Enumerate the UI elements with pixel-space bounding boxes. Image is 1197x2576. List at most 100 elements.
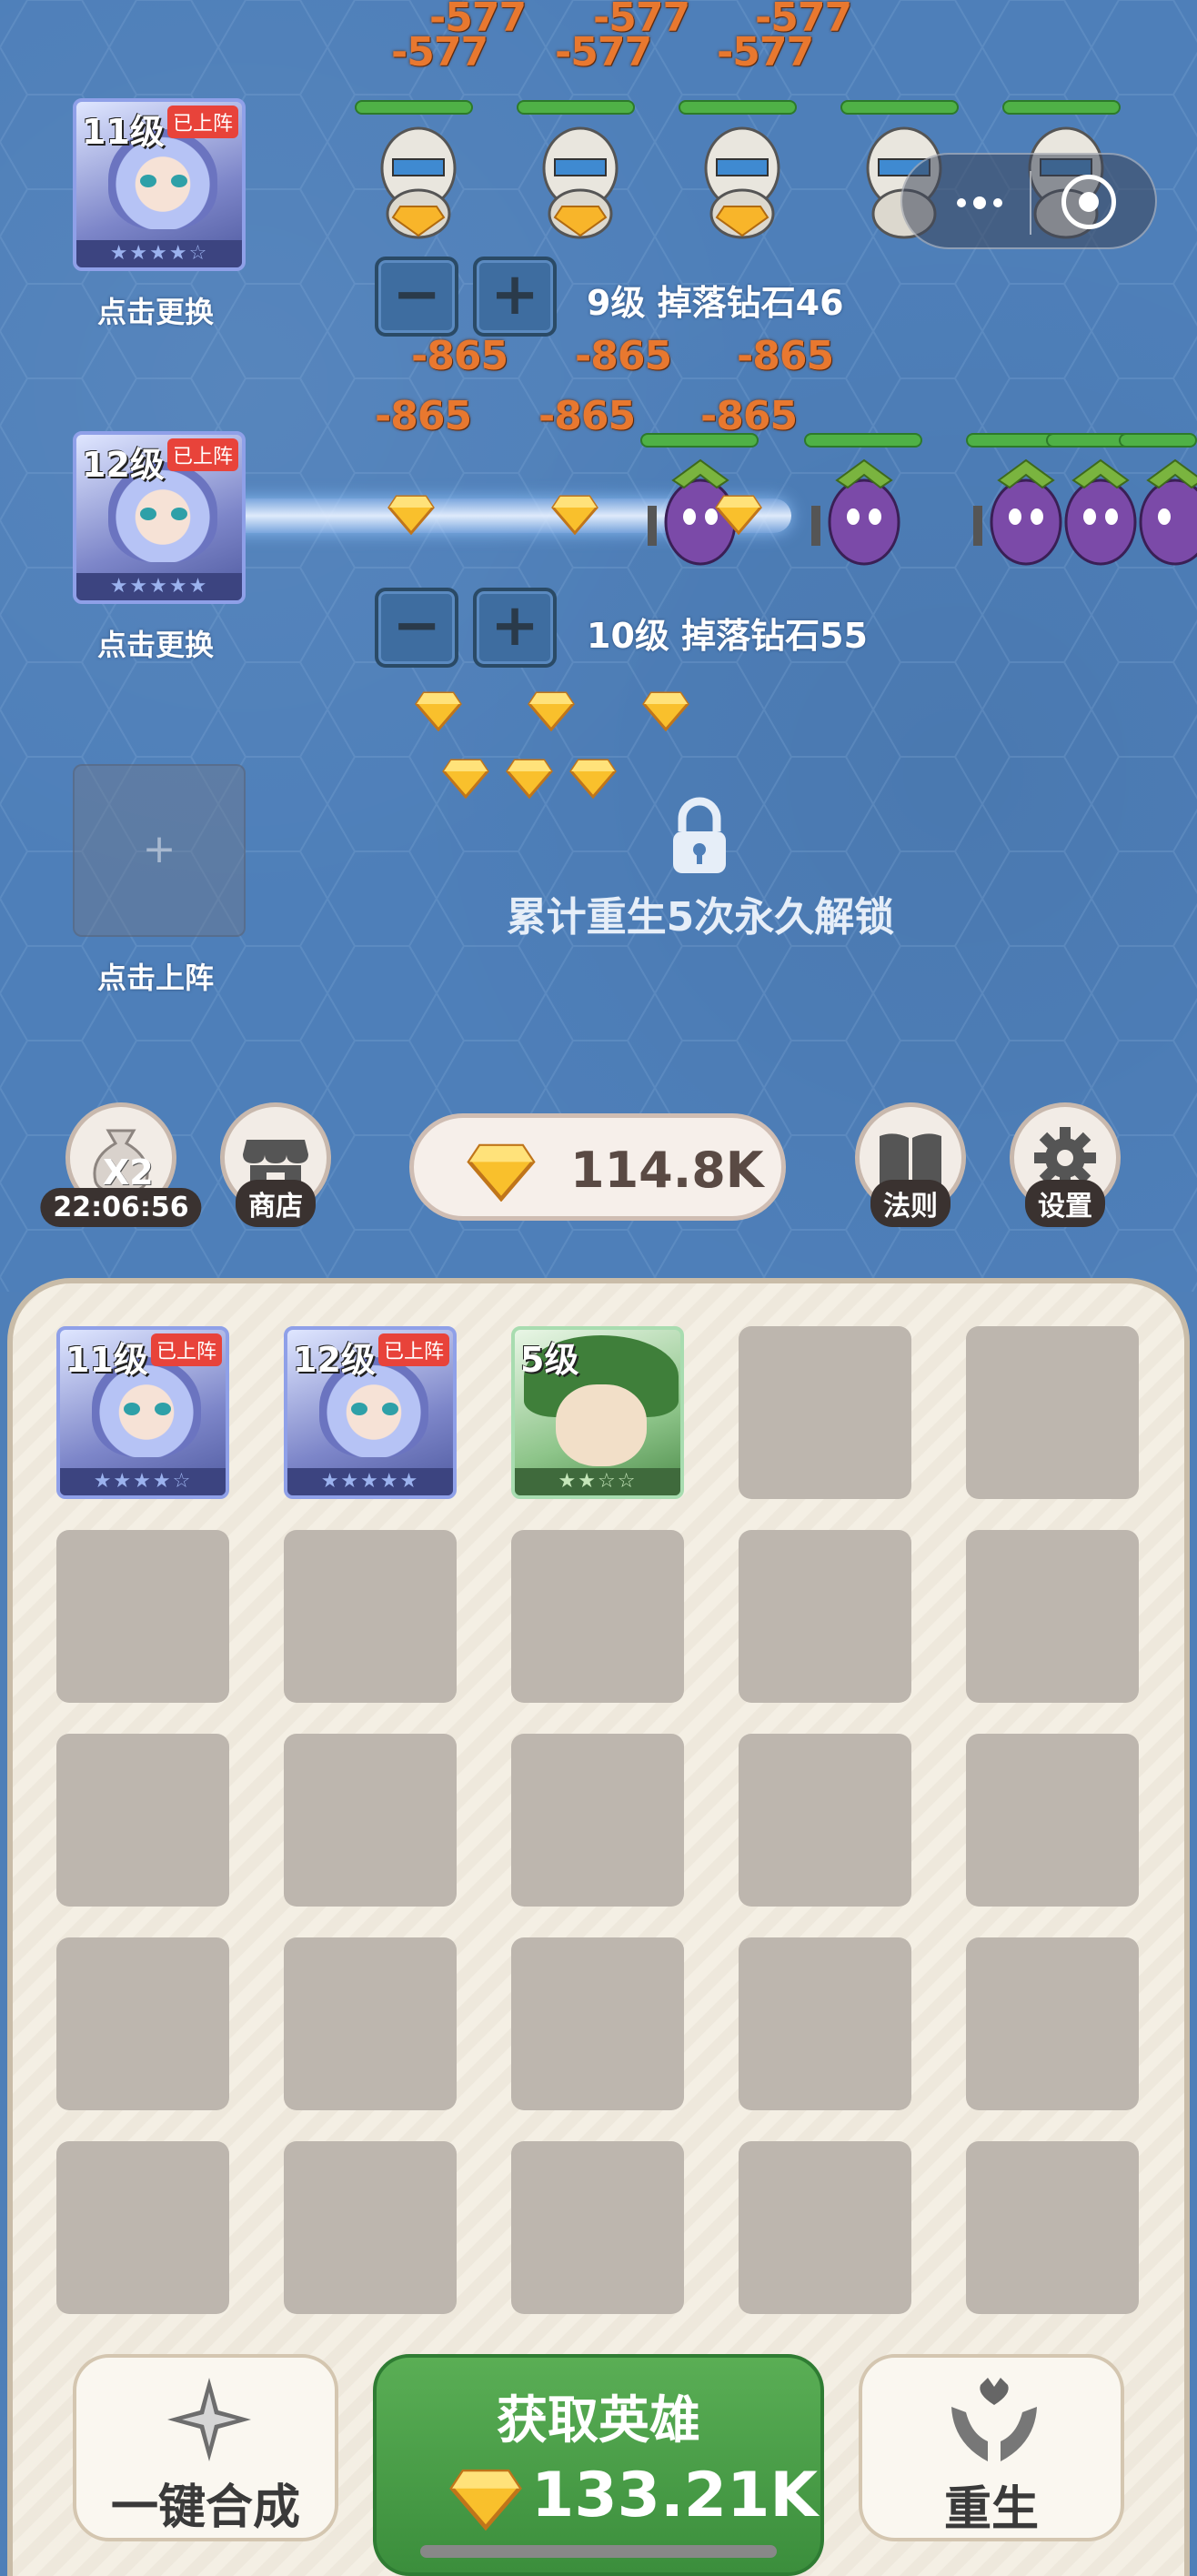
empty-inventory-slot[interactable] bbox=[284, 1734, 457, 1907]
empty-inventory-slot[interactable] bbox=[511, 1937, 684, 2110]
empty-inventory-slot[interactable] bbox=[739, 1937, 911, 2110]
hero-stars: ★★★★☆ bbox=[76, 240, 242, 267]
diamond-icon bbox=[715, 495, 762, 535]
empty-inventory-slot[interactable] bbox=[966, 1530, 1139, 1703]
empty-inventory-slot[interactable] bbox=[511, 1734, 684, 1907]
enemy-hp-bar bbox=[1119, 433, 1197, 448]
deploy-label[interactable]: 点击上阵 bbox=[97, 955, 214, 997]
shop-button[interactable]: 商店 bbox=[220, 1102, 331, 1227]
lane-1-plus-button[interactable]: + bbox=[473, 257, 557, 337]
eggplant-enemy bbox=[1139, 458, 1197, 566]
more-menu-icon[interactable] bbox=[939, 173, 1021, 233]
rules-button[interactable]: 法则 bbox=[855, 1102, 966, 1227]
lane-1-level-info: 9级 掉落钻石46 bbox=[587, 283, 844, 323]
lane-2-minus-button[interactable]: − bbox=[375, 588, 458, 668]
damage-number: -577 bbox=[717, 29, 814, 75]
diamond-balance-value: 114.8K bbox=[570, 1142, 764, 1199]
hero-level: 11级 bbox=[65, 1340, 148, 1380]
diamond-balance: 114.8K bbox=[409, 1113, 786, 1221]
rebirth-label: 重生 bbox=[943, 2482, 1039, 2537]
diamond-icon bbox=[387, 495, 435, 535]
damage-number: -577 bbox=[391, 29, 488, 75]
diamond-icon bbox=[528, 691, 575, 731]
get-hero-button[interactable]: 获取英雄 133.21K bbox=[373, 2354, 824, 2576]
diamond-icon bbox=[569, 759, 617, 799]
deployed-tag: 已上阵 bbox=[166, 438, 238, 471]
lane-2-hero-card[interactable]: 12级 已上阵 ★★★★★ bbox=[73, 431, 246, 604]
empty-inventory-slot[interactable] bbox=[284, 1530, 457, 1703]
capsule-divider bbox=[1030, 171, 1031, 235]
empty-inventory-slot[interactable] bbox=[284, 1937, 457, 2110]
eggplant-enemy bbox=[811, 458, 900, 566]
rebirth-button[interactable]: 重生 bbox=[859, 2354, 1124, 2541]
empty-inventory-slot[interactable] bbox=[56, 2141, 229, 2314]
hero-portrait bbox=[556, 1384, 647, 1466]
empty-inventory-slot[interactable] bbox=[284, 2141, 457, 2314]
empty-inventory-slot[interactable] bbox=[56, 1734, 229, 1907]
change-hero-label[interactable]: 点击更换 bbox=[97, 622, 214, 664]
damage-number: -577 bbox=[555, 29, 652, 75]
deployed-tag: 已上阵 bbox=[377, 1333, 449, 1366]
enemy-hp-bar bbox=[517, 100, 635, 115]
inventory-hero-card[interactable]: 5级 ★★☆☆ bbox=[511, 1326, 684, 1499]
hero-level: 5级 bbox=[520, 1340, 579, 1380]
hero-level: 12级 bbox=[82, 445, 165, 485]
auto-merge-label: 一键合成 bbox=[110, 2480, 300, 2535]
deployed-tag: 已上阵 bbox=[150, 1333, 222, 1366]
rules-label: 法则 bbox=[870, 1180, 951, 1227]
inventory-hero-card[interactable]: 11级 已上阵 ★★★★☆ bbox=[56, 1326, 229, 1499]
unlock-hint: 累计重生5次永久解锁 bbox=[506, 894, 895, 941]
sparkle-icon bbox=[167, 2378, 251, 2461]
get-hero-label: 获取英雄 bbox=[497, 2391, 700, 2450]
boost-timer: 22:06:56 bbox=[40, 1188, 202, 1227]
empty-inventory-slot[interactable] bbox=[966, 1326, 1139, 1499]
enemy-hp-bar bbox=[355, 100, 473, 115]
hero-stars: ★★★★★ bbox=[287, 1468, 453, 1495]
mummy-enemy bbox=[704, 126, 780, 239]
lock-icon bbox=[673, 797, 726, 873]
lane-2-plus-button[interactable]: + bbox=[473, 588, 557, 668]
lane-1-hero-card[interactable]: 11级 已上阵 ★★★★☆ bbox=[73, 98, 246, 271]
enemy-hp-bar bbox=[640, 433, 759, 448]
empty-inventory-slot[interactable] bbox=[56, 1937, 229, 2110]
empty-inventory-slot[interactable] bbox=[511, 2141, 684, 2314]
diamond-icon bbox=[551, 495, 598, 535]
home-indicator bbox=[420, 2545, 777, 2558]
change-hero-label[interactable]: 点击更换 bbox=[97, 289, 214, 331]
empty-inventory-slot[interactable] bbox=[56, 1530, 229, 1703]
hero-stars: ★★★★☆ bbox=[60, 1468, 226, 1495]
empty-inventory-slot[interactable] bbox=[739, 1734, 911, 1907]
damage-number: -865 bbox=[737, 333, 834, 379]
enemy-hp-bar bbox=[679, 100, 797, 115]
hero-level: 11级 bbox=[82, 112, 165, 152]
lane-2-level-info: 10级 掉落钻石55 bbox=[587, 616, 868, 656]
settings-label: 设置 bbox=[1025, 1180, 1105, 1227]
rebirth-hands-icon bbox=[951, 2378, 1037, 2461]
hero-level: 12级 bbox=[293, 1340, 376, 1380]
enemy-hp-bar bbox=[1002, 100, 1121, 115]
boost-badge: X2 bbox=[103, 1152, 154, 1192]
damage-number: -865 bbox=[538, 393, 636, 439]
diamond-icon bbox=[449, 2469, 522, 2531]
damage-number: -865 bbox=[411, 333, 508, 379]
double-boost-button[interactable]: X2 22:06:56 bbox=[40, 1102, 202, 1227]
inventory-hero-card[interactable]: 12级 已上阵 ★★★★★ bbox=[284, 1326, 457, 1499]
auto-merge-button[interactable]: 一键合成 bbox=[73, 2354, 338, 2541]
settings-button[interactable]: 设置 bbox=[1010, 1102, 1121, 1227]
shop-label: 商店 bbox=[236, 1180, 316, 1227]
empty-inventory-slot[interactable] bbox=[739, 1530, 911, 1703]
close-miniprogram-icon[interactable] bbox=[1061, 175, 1116, 229]
mummy-enemy bbox=[542, 126, 619, 239]
enemy-hp-bar bbox=[840, 100, 959, 115]
diamond-icon bbox=[442, 759, 489, 799]
add-slot-icon: + bbox=[142, 826, 176, 872]
empty-inventory-slot[interactable] bbox=[739, 1326, 911, 1499]
empty-inventory-slot[interactable] bbox=[966, 2141, 1139, 2314]
empty-inventory-slot[interactable] bbox=[511, 1530, 684, 1703]
damage-number: -865 bbox=[575, 333, 672, 379]
diamond-icon bbox=[506, 759, 553, 799]
empty-inventory-slot[interactable] bbox=[966, 1937, 1139, 2110]
empty-inventory-slot[interactable] bbox=[739, 2141, 911, 2314]
lane-1-minus-button[interactable]: − bbox=[375, 257, 458, 337]
empty-inventory-slot[interactable] bbox=[966, 1734, 1139, 1907]
